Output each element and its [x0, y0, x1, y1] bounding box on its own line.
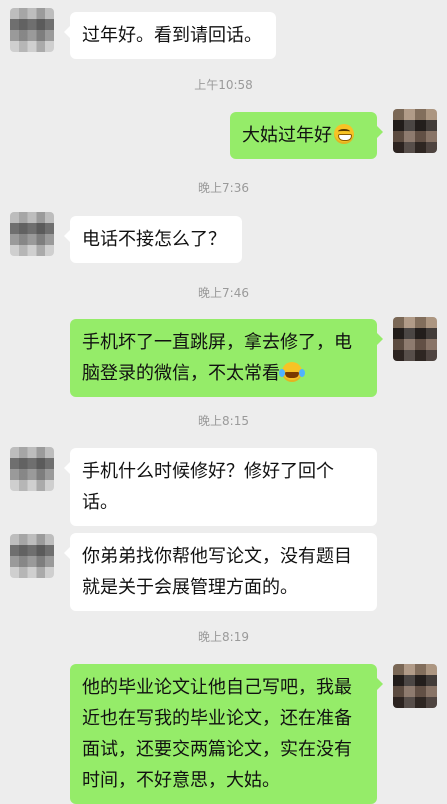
- timestamp: 晚上7:46: [198, 286, 249, 300]
- message-text: 手机什么时候修好？修好了回个话。: [82, 461, 334, 513]
- message-text: 过年好。看到请回话。: [82, 25, 262, 46]
- message-bubble-incoming[interactable]: 电话不接怎么了？: [64, 216, 242, 263]
- message-bubble-outgoing[interactable]: 大姑过年好: [230, 112, 383, 159]
- contact-avatar[interactable]: [10, 212, 54, 256]
- message-text: 他的毕业论文让他自己写吧，我最近也在写我的毕业论文，还在准备面试，还要交两篇论文…: [82, 677, 352, 791]
- message-text: 电话不接怎么了？: [82, 229, 226, 250]
- timestamp: 晚上7:36: [198, 181, 249, 195]
- self-avatar[interactable]: [393, 109, 437, 153]
- contact-avatar[interactable]: [10, 534, 54, 578]
- message-bubble-outgoing[interactable]: 手机坏了一直跳屏，拿去修了，电脑登录的微信，不太常看: [70, 319, 383, 397]
- grinning-emoji-icon: [334, 124, 354, 144]
- self-avatar[interactable]: [393, 317, 437, 361]
- message-bubble-incoming[interactable]: 过年好。看到请回话。: [64, 12, 276, 59]
- message-text: 大姑过年好: [242, 125, 332, 146]
- message-bubble-outgoing[interactable]: 他的毕业论文让他自己写吧，我最近也在写我的毕业论文，还在准备面试，还要交两篇论文…: [70, 664, 383, 804]
- contact-avatar[interactable]: [10, 447, 54, 491]
- message-text: 你弟弟找你帮他写论文，没有题目就是关于会展管理方面的。: [82, 546, 352, 598]
- laughing-crying-emoji-icon: [279, 362, 302, 382]
- timestamp: 上午10:58: [194, 78, 253, 92]
- message-bubble-incoming[interactable]: 你弟弟找你帮他写论文，没有题目就是关于会展管理方面的。: [64, 533, 377, 611]
- self-avatar[interactable]: [393, 664, 437, 708]
- timestamp: 晚上8:15: [198, 414, 249, 428]
- message-bubble-incoming[interactable]: 手机什么时候修好？修好了回个话。: [64, 448, 377, 526]
- message-text: 手机坏了一直跳屏，拿去修了，电脑登录的微信，不太常看: [82, 332, 352, 384]
- timestamp: 晚上8:19: [198, 630, 249, 644]
- contact-avatar[interactable]: [10, 8, 54, 52]
